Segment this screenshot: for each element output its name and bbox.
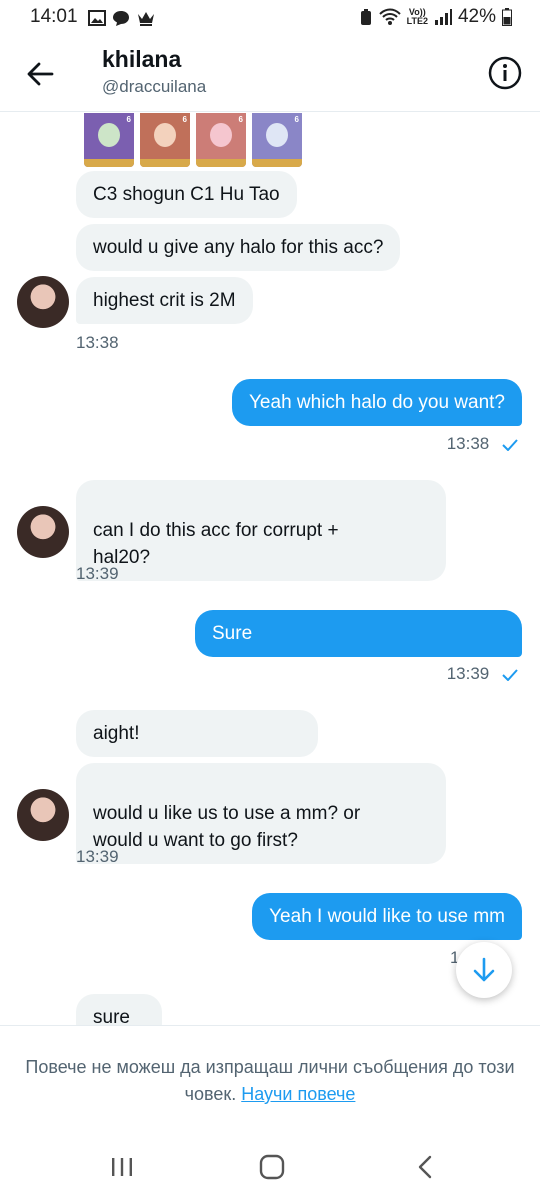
contact-handle[interactable]: @draccuilana: [102, 77, 206, 97]
status-bar: 14:01 Vo)) LTE2 42%: [0, 0, 540, 34]
conversation-header: khilana @draccuilana: [0, 34, 540, 112]
status-time: 14:01: [30, 6, 78, 27]
recent-apps-button[interactable]: [107, 1152, 137, 1182]
gallery-icon: [88, 10, 106, 26]
incoming-message[interactable]: would u give any halo for this acc?: [76, 224, 401, 271]
avatar[interactable]: [17, 789, 69, 841]
arrow-left-icon: [27, 62, 54, 86]
incoming-message[interactable]: highest crit is 2M: [76, 277, 253, 324]
arrow-down-icon: [473, 957, 495, 982]
back-button[interactable]: [22, 56, 58, 92]
home-button[interactable]: [257, 1152, 287, 1182]
learn-more-link[interactable]: Научи повече: [241, 1084, 355, 1104]
message-timestamp: 13:38: [76, 333, 119, 352]
sent-check-icon: [502, 668, 518, 681]
contact-name[interactable]: khilana: [102, 46, 181, 73]
avatar[interactable]: [17, 506, 69, 558]
scroll-to-bottom-button[interactable]: [456, 942, 512, 998]
system-navigation-bar: [0, 1135, 540, 1200]
crown-icon: [138, 12, 154, 26]
wifi-icon: [378, 8, 401, 25]
character-thumbnail: 6: [140, 113, 190, 167]
recent-apps-icon: [112, 1158, 132, 1176]
character-thumbnail: 6: [252, 113, 302, 167]
notification-icons: [88, 9, 156, 27]
system-status: Vo)) LTE2 42%: [359, 6, 512, 28]
incoming-message[interactable]: sure: [76, 994, 162, 1025]
message-timestamp: 13:38: [447, 434, 518, 454]
avatar[interactable]: [17, 276, 69, 328]
message-timestamp: 13:39: [447, 664, 518, 684]
chat-icon: [113, 11, 129, 26]
chevron-left-icon: [418, 1155, 432, 1179]
message-timestamp: 13:39: [76, 847, 119, 866]
message-list[interactable]: 6 6 6 6 C3 shogun C1 Hu Tao would u give…: [0, 113, 540, 1025]
network-label: Vo)) LTE2: [406, 7, 428, 26]
character-thumbnail: 6: [196, 113, 246, 167]
message-timestamp: 13:39: [76, 564, 119, 583]
outgoing-message[interactable]: Sure: [195, 610, 522, 657]
signal-icon: [434, 9, 452, 25]
incoming-message[interactable]: aight!: [76, 710, 318, 757]
home-icon: [259, 1154, 285, 1180]
incoming-message[interactable]: can I do this acc for corrupt + hal20?: [76, 480, 446, 581]
outgoing-message[interactable]: Yeah which halo do you want?: [232, 379, 522, 426]
nav-back-button[interactable]: [410, 1152, 440, 1182]
dm-disabled-notice: Повече не можеш да изпращаш лични съобще…: [0, 1025, 540, 1135]
sent-check-icon: [502, 438, 518, 451]
shared-image-thumbnails[interactable]: 6 6 6 6: [84, 113, 302, 167]
alarm-icon: [360, 9, 371, 25]
battery-percent: 42%: [457, 6, 496, 27]
notice-text: Повече не можеш да изпращаш лични съобще…: [25, 1057, 515, 1104]
incoming-message[interactable]: C3 shogun C1 Hu Tao: [76, 171, 297, 218]
outgoing-message[interactable]: Yeah I would like to use mm: [252, 893, 522, 940]
character-thumbnail: 6: [84, 113, 134, 167]
info-icon: [488, 56, 522, 90]
info-button[interactable]: [488, 56, 522, 90]
incoming-message[interactable]: would u like us to use a mm? or would u …: [76, 763, 446, 864]
battery-icon: [502, 8, 512, 26]
